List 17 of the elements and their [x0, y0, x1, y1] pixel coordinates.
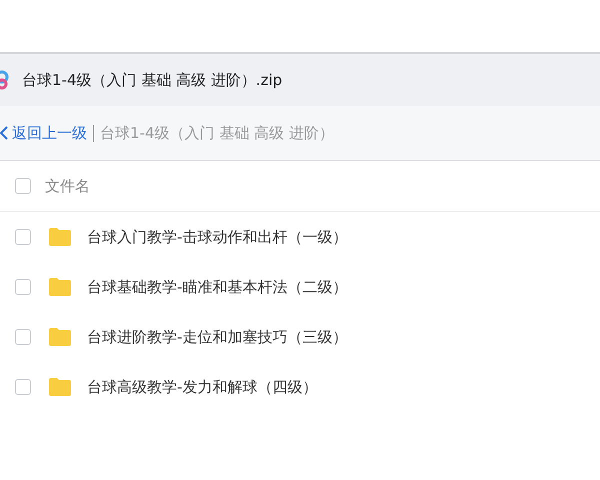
row-checkbox[interactable] [15, 279, 31, 295]
folder-icon [48, 277, 72, 297]
row-checkbox[interactable] [15, 329, 31, 345]
folder-icon [48, 227, 72, 247]
breadcrumb-current: 台球1-4级（入门 基础 高级 进阶） [100, 124, 334, 142]
archive-title: 台球1-4级（入门 基础 高级 进阶）.zip [22, 70, 282, 90]
folder-name[interactable]: 台球基础教学-瞄准和基本杆法（二级） [87, 278, 348, 296]
row-checkbox[interactable] [15, 379, 31, 395]
row-checkbox[interactable] [15, 229, 31, 245]
chevron-left-icon [0, 126, 8, 140]
folder-icon [48, 377, 72, 397]
folder-icon [48, 327, 72, 347]
column-header: 文件名 [45, 176, 90, 196]
folder-name[interactable]: 台球高级教学-发力和解球（四级） [87, 378, 318, 396]
select-all-checkbox[interactable] [15, 178, 31, 194]
folder-name[interactable]: 台球进阶教学-走位和加塞技巧（三级） [87, 328, 348, 346]
folder-name[interactable]: 台球入门教学-击球动作和出杆（一级） [87, 228, 348, 246]
